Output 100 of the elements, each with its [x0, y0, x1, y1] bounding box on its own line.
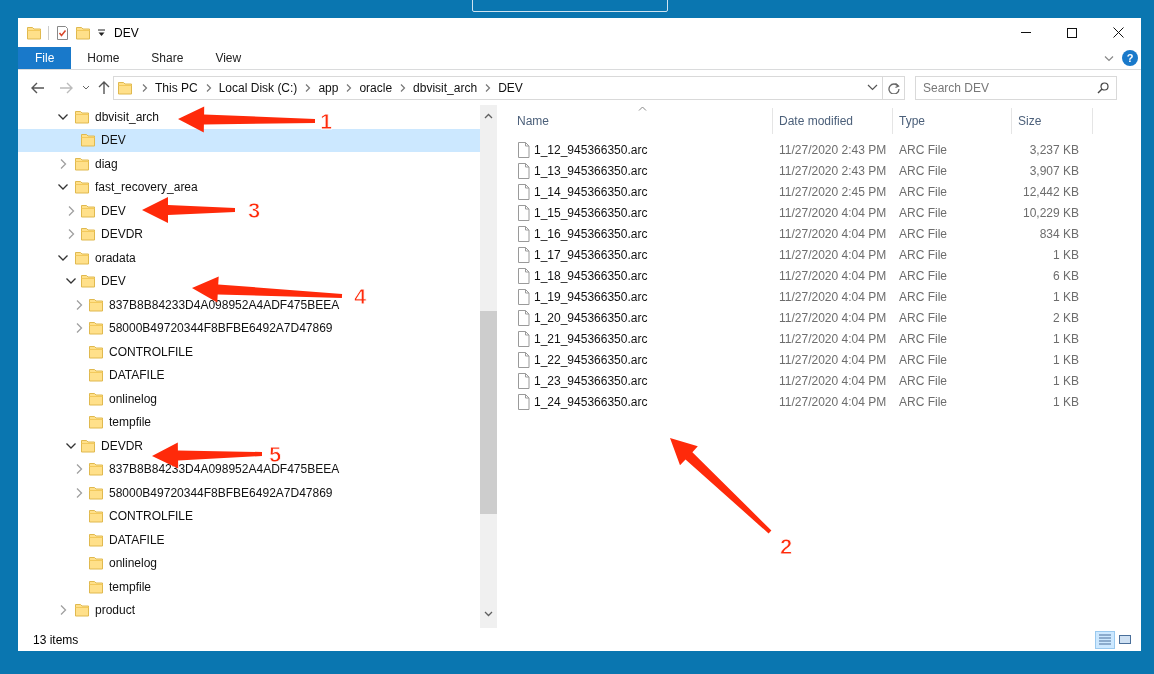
file-name[interactable]: 1_19_945366350.arc — [534, 287, 648, 306]
chevron-right-icon — [483, 82, 493, 93]
file-icon — [517, 330, 530, 347]
customize-toolbar-icon[interactable] — [97, 28, 106, 37]
file-name[interactable]: 1_13_945366350.arc — [534, 161, 648, 180]
folder-icon — [80, 202, 96, 219]
tree-item[interactable]: tempfile — [18, 410, 156, 434]
file-type: ARC File — [898, 267, 948, 285]
tree-item[interactable]: 58000B49720344F8BFBE6492A7D47869 — [18, 316, 337, 340]
column-header[interactable]: Date modified — [773, 108, 893, 134]
folder-icon — [74, 108, 90, 125]
scroll-down-icon[interactable] — [484, 611, 493, 617]
folder-icon — [74, 602, 90, 619]
help-button[interactable]: ? — [1122, 50, 1138, 66]
scroll-thumb[interactable] — [480, 311, 497, 514]
file-type: ARC File — [898, 351, 948, 369]
folder-icon — [88, 578, 104, 595]
file-icon — [517, 309, 530, 326]
expand-ribbon-icon[interactable] — [1104, 54, 1114, 62]
tree-item[interactable]: 837B8B84233D4A098952A4ADF475BEEA — [18, 293, 344, 317]
dropdown-icon[interactable] — [867, 84, 878, 91]
tree-item[interactable]: DEVDR — [18, 434, 147, 458]
file-name[interactable]: 1_23_945366350.arc — [534, 371, 648, 390]
back-arrow-icon[interactable] — [31, 81, 45, 94]
column-header[interactable]: Name — [517, 108, 773, 134]
file-name[interactable]: 1_18_945366350.arc — [534, 266, 648, 285]
column-header[interactable]: Type — [893, 108, 1012, 134]
file-name[interactable]: 1_15_945366350.arc — [534, 203, 648, 222]
breadcrumb[interactable]: oracle — [356, 78, 396, 97]
tree-item[interactable]: 58000B49720344F8BFBE6492A7D47869 — [18, 481, 337, 505]
ribbon-tab[interactable]: File — [18, 47, 72, 69]
tree-item[interactable]: product — [18, 598, 140, 622]
file-icon — [517, 246, 530, 263]
breadcrumb[interactable]: app — [315, 78, 342, 97]
tree-item[interactable]: DEVDR — [18, 222, 147, 246]
file-size: 2 KB — [1052, 309, 1080, 327]
file-name[interactable]: 1_16_945366350.arc — [534, 224, 648, 243]
folder-icon — [117, 79, 133, 96]
file-size: 12,442 KB — [1021, 183, 1080, 201]
file-name[interactable]: 1_21_945366350.arc — [534, 329, 648, 348]
file-name[interactable]: 1_24_945366350.arc — [534, 392, 648, 411]
breadcrumb[interactable]: DEV — [495, 78, 526, 97]
file-name[interactable]: 1_22_945366350.arc — [534, 350, 648, 369]
search-field[interactable]: Search DEV — [915, 75, 1117, 100]
file-icon — [517, 267, 530, 284]
details-view-button[interactable] — [1095, 630, 1115, 649]
file-type: ARC File — [898, 141, 948, 159]
folder-icon — [88, 414, 104, 431]
breadcrumb[interactable]: dbvisit_arch — [410, 78, 481, 97]
file-type: ARC File — [898, 162, 948, 180]
file-name[interactable]: 1_14_945366350.arc — [534, 182, 648, 201]
breadcrumb[interactable]: This PC — [152, 78, 201, 97]
date-modified: 11/27/2020 4:04 PM — [778, 225, 888, 243]
file-type: ARC File — [898, 393, 948, 411]
file-name[interactable]: 1_20_945366350.arc — [534, 308, 648, 327]
address-bar[interactable]: This PC Local Disk (C:) app oracle dbvisit_arch DEV — [113, 75, 883, 100]
tree-item[interactable]: oradata — [18, 246, 140, 270]
date-modified: 11/27/2020 4:04 PM — [778, 351, 888, 369]
tree-item[interactable]: DEV — [18, 128, 480, 152]
tree-item[interactable]: diag — [18, 152, 122, 176]
scrollbar[interactable] — [480, 105, 497, 628]
file-icon — [517, 225, 530, 242]
chevron-right-icon — [140, 82, 149, 93]
folder-icon — [80, 132, 96, 149]
tree-item[interactable]: DEV — [18, 199, 130, 223]
picture-icon — [1118, 633, 1132, 646]
tree-item[interactable]: CONTROLFILE — [18, 504, 197, 528]
column-header[interactable]: Size — [1012, 108, 1093, 134]
tree-item[interactable]: DATAFILE — [18, 528, 169, 552]
chevron-right-icon — [398, 82, 408, 93]
file-name[interactable]: 1_12_945366350.arc — [534, 140, 648, 159]
chevron-right-icon — [344, 82, 354, 93]
tree-item[interactable]: onlinelog — [18, 551, 162, 575]
chevron-right-icon — [303, 82, 313, 93]
callout-number: 2 — [779, 534, 793, 559]
tree-item[interactable]: DATAFILE — [18, 363, 169, 387]
folder-icon — [88, 461, 104, 478]
search-icon[interactable] — [1097, 81, 1109, 94]
file-icon — [517, 141, 530, 158]
date-modified: 11/27/2020 4:04 PM — [778, 204, 888, 222]
folder-icon — [88, 390, 104, 407]
properties-icon[interactable] — [55, 24, 70, 41]
tree-item[interactable]: dbvisit_arch — [18, 105, 164, 129]
recent-locations-icon[interactable] — [82, 85, 90, 90]
ribbon-tab[interactable]: Home — [71, 47, 136, 69]
refresh-button[interactable] — [883, 75, 905, 100]
tree-item[interactable]: DEV — [18, 269, 130, 293]
ribbon-tab[interactable]: View — [199, 47, 258, 69]
ribbon-tab[interactable]: Share — [135, 47, 200, 69]
scroll-up-icon[interactable] — [484, 113, 493, 119]
file-name[interactable]: 1_17_945366350.arc — [534, 245, 648, 264]
tree-item[interactable]: fast_recovery_area — [18, 175, 202, 199]
date-modified: 11/27/2020 4:04 PM — [778, 372, 888, 390]
tree-item[interactable]: onlinelog — [18, 387, 162, 411]
tree-item[interactable]: CONTROLFILE — [18, 340, 197, 364]
breadcrumb[interactable]: Local Disk (C:) — [215, 78, 301, 97]
up-arrow-icon[interactable] — [98, 80, 110, 95]
date-modified: 11/27/2020 4:04 PM — [778, 267, 888, 285]
tree-item[interactable]: tempfile — [18, 575, 156, 599]
date-modified: 11/27/2020 4:04 PM — [778, 246, 888, 264]
